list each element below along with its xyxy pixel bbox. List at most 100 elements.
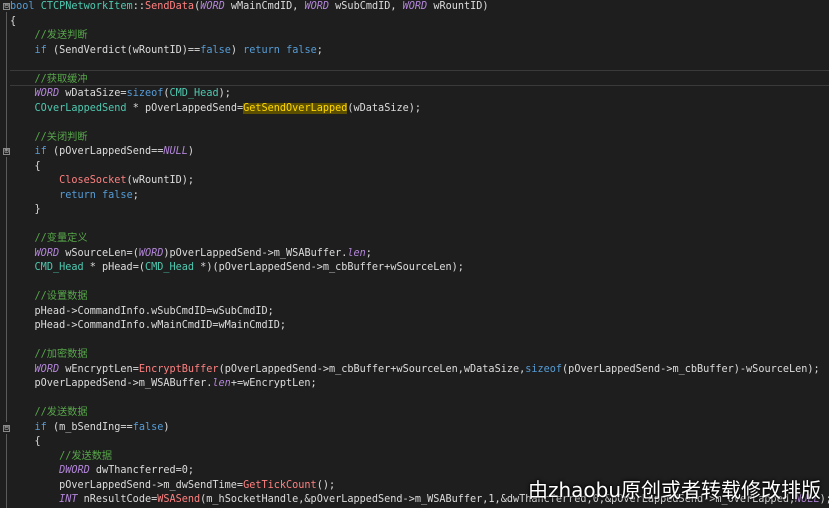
code-token: sizeof [525,363,563,375]
code-token: dwThancferred=0; [89,465,195,476]
code-line[interactable]: //发送数据 [10,406,88,421]
code-token: ; [365,247,372,259]
code-token: GetSendOverLapped [243,102,348,114]
code-token: ) [163,421,170,433]
code-line[interactable]: pHead->CommandInfo.wMainCmdID=wMainCmdID… [10,319,286,334]
code-line[interactable]: //发送判断 [10,29,88,44]
code-token: WORD [402,1,428,12]
code-token: (pOverLappedSend->m_cbBuffer+wSourceLen,… [218,363,526,375]
code-line[interactable]: } [10,203,41,218]
code-token: { [10,15,17,27]
code-token: WORD [34,363,60,375]
code-token: m_WSABuffer [273,247,342,259]
code-line[interactable]: WORD wEncryptLen=EncryptBuffer(pOverLapp… [10,363,820,378]
code-line[interactable]: pOverLappedSend->m_WSABuffer.len+=wEncry… [10,377,317,392]
code-token: wEncryptLen= [59,363,139,375]
code-token: bool [10,1,35,12]
code-token: SendVerdict [59,44,127,56]
code-line[interactable]: //设置数据 [10,290,88,305]
code-token: :: [132,1,145,12]
code-token: (pOverLappedSend== [46,146,164,157]
code-token: nResultCode= [77,494,158,505]
code-token: pHead->CommandInfo.wMainCmdID=wMainCmdID… [10,320,287,331]
code-token: COverLappedSend [34,102,127,114]
code-token: ) [187,146,195,157]
code-line[interactable]: COverLappedSend * pOverLappedSend=GetSen… [10,102,421,117]
code-token: WORD [200,1,225,12]
code-token: ) [230,44,244,56]
code-token: NULL [163,146,188,157]
code-token: } [10,204,41,215]
code-token: (); [316,479,336,491]
code-token: false [200,44,231,56]
code-line[interactable]: bool CTCPNetworkItem::SendData(WORD wMai… [10,0,489,15]
code-line[interactable]: pOverLappedSend->m_dwSendTime=GetTickCou… [10,479,335,494]
code-token: GetTickCount [243,479,317,491]
code-line[interactable]: if (pOverLappedSend==NULL) [10,145,195,160]
code-line[interactable]: //变量定义 [10,232,88,247]
code-token: (wRountID)== [126,44,201,56]
code-line[interactable]: CMD_Head * pHead=(CMD_Head *)(pOverLappe… [10,261,464,276]
code-editor[interactable]: ⊟ ⊟ ⊟ bool CTCPNetworkItem::SendData(WOR… [0,0,829,508]
code-token: ; [132,189,139,201]
code-token: CMD_Head [144,262,195,273]
code-token: false [286,44,317,56]
code-token: pOverLappedSend->m_dwSendTime= [10,479,244,491]
code-line[interactable]: { [10,15,16,30]
code-line[interactable]: { [10,160,41,175]
code-token: ); [218,88,231,99]
code-token: +=wEncryptLen; [230,378,317,389]
code-token: ( [46,44,60,56]
code-token: (pOverLappedSend->m_cbBuffer)-wSourceLen… [562,363,820,375]
watermark-text: 由zhaobu原创或者转载修改排版 [527,478,821,502]
code-token: false [102,189,133,201]
code-token: wSubCmdID, [329,1,403,12]
code-line[interactable]: return false; [10,189,139,204]
code-token: wDataSize= [59,88,127,99]
code-token: wSourceLen=( [59,247,139,259]
code-token: if [34,421,47,433]
code-token: CMD_Head [169,88,219,99]
code-token: false [132,421,164,433]
code-line[interactable]: //加密数据 [10,348,88,363]
code-token: //加密数据 [10,349,88,360]
code-area[interactable]: bool CTCPNetworkItem::SendData(WORD wMai… [0,0,829,508]
code-token: )pOverLappedSend-> [163,247,274,259]
code-token: pHead->CommandInfo.wSubCmdID=wSubCmdID; [10,305,274,317]
code-line[interactable]: //关闭判断 [10,131,88,146]
code-token: len [212,378,231,389]
code-token: CloseSocket [59,175,127,186]
code-line[interactable]: WORD wDataSize=sizeof(CMD_Head); [10,87,231,102]
code-token: wMainCmdID, [224,1,305,12]
code-line[interactable]: //获取缓冲 [10,73,88,88]
code-token: { [10,436,41,447]
code-token: (m_bSendIng== [46,421,133,433]
code-token: //发送判断 [10,30,88,41]
code-token: return [59,189,96,201]
code-token: WORD [304,1,330,12]
code-token: WORD [138,247,164,259]
code-token: * pHead=( [83,262,145,273]
code-line[interactable]: if (m_bSendIng==false) [10,421,170,436]
code-line[interactable]: WORD wSourceLen=(WORD)pOverLappedSend->m… [10,247,372,262]
code-token: WSASend [157,494,201,505]
code-token: { [10,160,41,172]
code-token: wRountID) [427,1,489,12]
code-line[interactable]: pHead->CommandInfo.wSubCmdID=wSubCmdID; [10,305,274,320]
code-token: pOverLappedSend->m_WSABuffer. [10,378,213,389]
code-line[interactable]: { [10,435,41,450]
code-line[interactable]: if (SendVerdict(wRountID)==false) return… [10,44,323,59]
code-line[interactable]: CloseSocket(wRountID); [10,174,194,189]
code-line[interactable]: //发送数据 [10,450,112,465]
code-token: (wRountID); [126,175,195,186]
code-token: ); [819,494,829,505]
code-line[interactable]: DWORD dwThancferred=0; [10,464,194,479]
